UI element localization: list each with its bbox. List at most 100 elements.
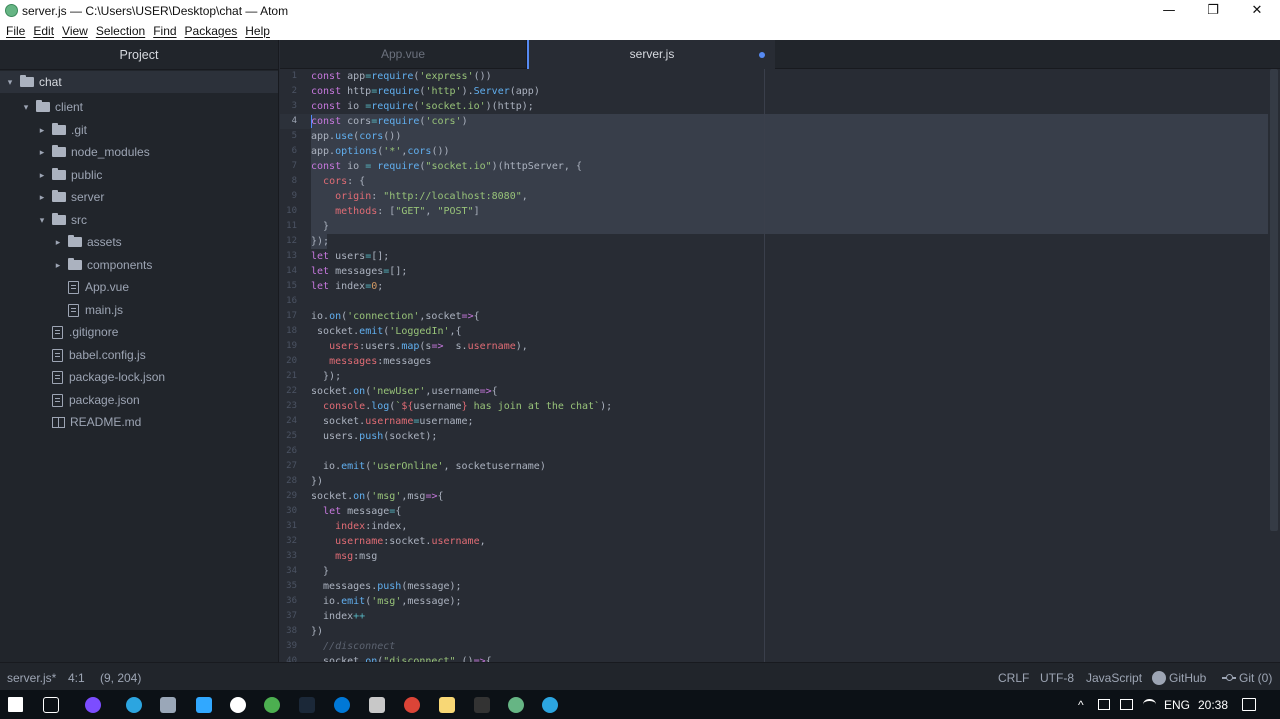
tree-item-git[interactable]: ▸ .git [0, 119, 278, 141]
file-icon [52, 348, 63, 362]
tree-item-app-vue[interactable]: App.vue [0, 276, 278, 298]
code-text: socket.username=username; [311, 416, 474, 427]
project-panel-header[interactable]: Project [0, 40, 278, 70]
status-encoding[interactable]: UTF-8 [1040, 671, 1074, 685]
tray-network-icon[interactable] [1120, 699, 1133, 710]
menu-edit[interactable]: Edit [29, 24, 58, 38]
code-text: }); [311, 236, 330, 247]
tree-item-babel-config-js[interactable]: babel.config.js [0, 344, 278, 366]
line-number: 20 [286, 356, 297, 366]
line-number: 33 [286, 551, 297, 561]
code-text: let messages=[]; [311, 266, 408, 277]
tab-server-js[interactable]: server.js [527, 40, 775, 70]
edge-icon[interactable] [334, 697, 350, 713]
git-label: Git (0) [1239, 671, 1273, 685]
tree-item-gitignore[interactable]: .gitignore [0, 321, 278, 343]
status-grammar[interactable]: JavaScript [1086, 671, 1142, 685]
app-green-icon[interactable] [264, 697, 280, 713]
chevron-right-icon[interactable]: ▸ [36, 125, 48, 136]
chevron-right-icon[interactable]: ▸ [36, 170, 48, 181]
tor-icon[interactable] [85, 697, 101, 713]
modified-dot-icon[interactable] [759, 52, 765, 58]
tree-item-client[interactable]: ▾ client [0, 96, 278, 118]
folder-icon [36, 100, 50, 112]
telegram2-icon[interactable] [542, 697, 558, 713]
tree-item-label: README.md [70, 415, 142, 429]
tree-item-components[interactable]: ▸ components [0, 254, 278, 276]
menu-selection[interactable]: Selection [92, 24, 149, 38]
atom-icon[interactable] [508, 697, 524, 713]
tab-app-vue[interactable]: App.vue [280, 40, 527, 69]
status-file-name[interactable]: server.js* [7, 671, 56, 685]
tray-clock[interactable]: 20:38 [1198, 698, 1228, 712]
status-github[interactable]: GitHub [1152, 671, 1206, 685]
tree-item-label: App.vue [85, 280, 130, 294]
code-line: 39 //disconnect [280, 639, 1260, 654]
chevron-right-icon[interactable]: ▸ [52, 260, 64, 271]
file-explorer-icon[interactable] [439, 697, 455, 713]
minimize-button[interactable]: — [1146, 0, 1192, 21]
terminal-icon[interactable] [474, 697, 490, 713]
yandex-icon[interactable] [230, 697, 246, 713]
tree-item-src[interactable]: ▾ src [0, 209, 278, 231]
telegram-icon[interactable] [126, 697, 142, 713]
tree-item-package-lock-json[interactable]: package-lock.json [0, 366, 278, 388]
tree-item-label: package-lock.json [69, 370, 166, 384]
vertical-scrollbar[interactable] [1270, 69, 1278, 531]
tree-item-server[interactable]: ▸ server [0, 186, 278, 208]
photos-icon[interactable] [369, 697, 385, 713]
menu-view[interactable]: View [58, 24, 92, 38]
tree-item-assets[interactable]: ▸ assets [0, 231, 278, 253]
chrome-icon[interactable] [404, 697, 420, 713]
chevron-right-icon[interactable]: ▸ [36, 147, 48, 158]
menu-packages[interactable]: Packages [181, 24, 242, 38]
code-line: 21 }); [280, 369, 1260, 384]
menu-help[interactable]: Help [241, 24, 274, 38]
status-git[interactable]: Git (0) [1222, 671, 1272, 685]
restore-button[interactable]: ❐ [1190, 0, 1236, 21]
code-line: 11 } [280, 219, 1260, 234]
line-number: 28 [286, 476, 297, 486]
status-line-ending[interactable]: CRLF [998, 671, 1029, 685]
code-editor[interactable]: 1 const app=require('express'()) 2 const ht… [280, 69, 1280, 662]
tray-wifi-icon[interactable] [1143, 699, 1156, 710]
mobile-connect-icon[interactable] [160, 697, 176, 713]
tree-item-node-modules[interactable]: ▸ node_modules [0, 141, 278, 163]
line-number: 38 [286, 626, 297, 636]
folder-icon [20, 75, 34, 87]
line-number: 19 [286, 341, 297, 351]
close-button[interactable]: ✕ [1234, 0, 1280, 21]
chevron-down-icon[interactable]: ▾ [36, 215, 48, 226]
notification-center-icon[interactable] [1242, 698, 1256, 711]
chevron-down-icon[interactable]: ▾ [4, 77, 16, 88]
line-number: 36 [286, 596, 297, 606]
menu-file[interactable]: File [2, 24, 29, 38]
tree-item-package-json[interactable]: package.json [0, 389, 278, 411]
windows-start-icon[interactable] [8, 697, 23, 712]
tray-battery-icon[interactable] [1098, 699, 1110, 710]
line-number: 39 [286, 641, 297, 651]
tree-item-public[interactable]: ▸ public [0, 164, 278, 186]
task-view-icon[interactable] [43, 697, 59, 713]
tree-item-label: chat [39, 75, 62, 89]
code-line: 36 io.emit('msg',message); [280, 594, 1260, 609]
chevron-right-icon[interactable]: ▸ [52, 237, 64, 248]
tree-item-label: .gitignore [69, 325, 119, 339]
code-line: 32 username:socket.username, [280, 534, 1260, 549]
line-number: 37 [286, 611, 297, 621]
chevron-right-icon[interactable]: ▸ [36, 192, 48, 203]
tree-item-readme-md[interactable]: README.md [0, 411, 278, 433]
tree-item-label: .git [71, 123, 88, 137]
tree-item-chat[interactable]: ▾ chat [0, 71, 278, 93]
tray-chevron-icon[interactable]: ^ [1078, 698, 1084, 712]
menu-find[interactable]: Find [149, 24, 180, 38]
tree-item-main-js[interactable]: main.js [0, 299, 278, 321]
code-text: }); [311, 371, 342, 382]
steam-icon[interactable] [299, 697, 315, 713]
chevron-down-icon[interactable]: ▾ [20, 102, 32, 113]
code-line: 5 app.use(cors()) [280, 129, 1260, 144]
tray-language[interactable]: ENG [1164, 698, 1190, 712]
status-cursor-position[interactable]: 4:1 [68, 671, 85, 685]
code-text: io.emit('userOnline', socketusername) [311, 461, 546, 472]
photoshop-icon[interactable] [196, 697, 212, 713]
